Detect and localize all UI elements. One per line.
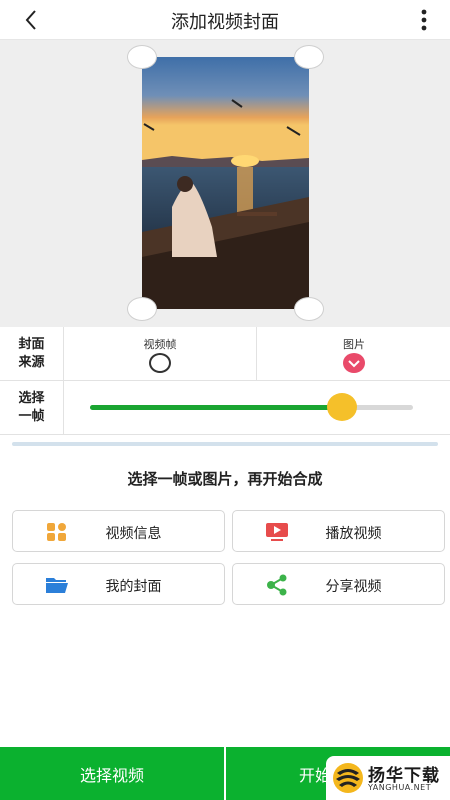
radio-unchecked-icon[interactable] xyxy=(149,353,171,373)
radio-checked-icon[interactable] xyxy=(343,353,365,373)
cover-source-label: 封面来源 xyxy=(0,327,64,380)
crop-handle-top-right[interactable] xyxy=(294,45,324,69)
share-video-button[interactable]: 分享视频 xyxy=(232,563,445,605)
video-info-label: 视频信息 xyxy=(105,526,162,542)
divider xyxy=(12,442,438,446)
check-icon xyxy=(348,360,360,368)
frame-select-row: 选择一帧 xyxy=(0,381,450,435)
my-cover-label: 我的封面 xyxy=(105,579,162,595)
frame-slider[interactable] xyxy=(90,405,413,410)
more-vertical-icon xyxy=(421,9,427,31)
play-video-button[interactable]: 播放视频 xyxy=(232,510,445,552)
watermark-domain: YANGHUA.NET xyxy=(368,783,432,792)
share-video-label: 分享视频 xyxy=(325,579,382,595)
option-video-frame-label: 视频帧 xyxy=(143,338,177,351)
cover-preview-area xyxy=(0,40,450,327)
crop-handle-bottom-right[interactable] xyxy=(294,297,324,321)
watermark: 扬华下载 YANGHUA.NET xyxy=(326,756,450,800)
frame-slider-thumb[interactable] xyxy=(326,393,357,421)
my-cover-button[interactable]: 我的封面 xyxy=(12,563,225,605)
app-screen: 添加视频封面 封面来源 视频帧 图片 选择一帧 选择一帧或图片，再开始合成 视频… xyxy=(0,0,450,800)
select-video-button[interactable]: 选择视频 xyxy=(0,747,224,800)
header: 添加视频封面 xyxy=(0,0,450,40)
crop-handle-top-left[interactable] xyxy=(127,45,157,69)
option-image[interactable]: 图片 xyxy=(258,327,450,380)
frame-slider-fill xyxy=(90,405,342,410)
instruction-text: 选择一帧或图片，再开始合成 xyxy=(127,470,323,488)
page-title: 添加视频封面 xyxy=(171,12,279,33)
cover-source-row: 封面来源 视频帧 图片 xyxy=(0,327,450,381)
frame-select-label: 选择一帧 xyxy=(0,381,64,434)
play-video-label: 播放视频 xyxy=(325,526,382,542)
cover-image[interactable] xyxy=(142,57,309,309)
sunset-photo xyxy=(142,57,309,309)
more-button[interactable] xyxy=(418,8,430,32)
video-info-button[interactable]: 视频信息 xyxy=(12,510,225,552)
crop-handle-bottom-left[interactable] xyxy=(127,297,157,321)
yanghua-logo-icon xyxy=(333,763,363,793)
option-image-label: 图片 xyxy=(343,338,365,351)
option-video-frame[interactable]: 视频帧 xyxy=(64,327,257,380)
